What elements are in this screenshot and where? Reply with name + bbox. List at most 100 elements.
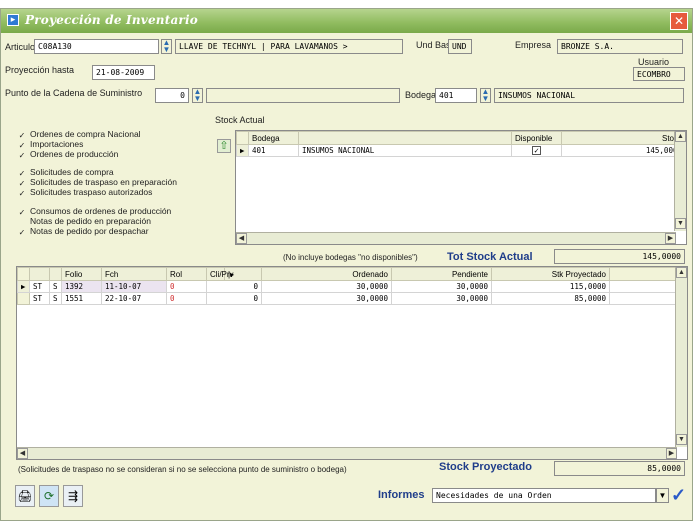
checkbox-checked-icon[interactable]: ✓ bbox=[18, 152, 26, 160]
col-rol[interactable]: Rol bbox=[166, 267, 207, 281]
scroll-down-icon[interactable]: ▼ bbox=[675, 218, 686, 229]
cell-tipo: ST bbox=[29, 292, 50, 305]
option-label: Solicitudes de traspaso en preparación bbox=[30, 177, 177, 187]
col-bodega[interactable]: Bodega bbox=[248, 131, 299, 145]
bodega-spin[interactable]: ▲ ▼ bbox=[480, 88, 491, 103]
col-tipo[interactable] bbox=[29, 267, 50, 281]
stock-vertical-scrollbar[interactable]: ▲ ▼ bbox=[674, 131, 686, 231]
main-window: ▸ Proyección de Inventario ✕ Articulo C0… bbox=[0, 8, 693, 521]
col-fch[interactable]: Fch bbox=[101, 267, 167, 281]
projection-vertical-scrollbar[interactable]: ▲ ▼ bbox=[675, 267, 687, 447]
col-stk-proyectado[interactable]: Stk Proyectado bbox=[491, 267, 610, 281]
bodega-name-field: INSUMOS NACIONAL bbox=[494, 88, 684, 103]
col-ordenado[interactable]: Ordenado bbox=[261, 267, 392, 281]
option-label: Ordenes de compra Nacional bbox=[30, 129, 141, 139]
chevron-down-icon[interactable]: ▼ bbox=[656, 488, 669, 503]
disponible-checkbox[interactable]: ✓ bbox=[511, 144, 562, 157]
option-label: Notas de pedido en preparación bbox=[30, 216, 151, 226]
check-icon: ✓ bbox=[532, 146, 541, 155]
col-bodega-name[interactable] bbox=[298, 131, 512, 145]
articulo-description-field: LLAVE DE TECHNYL | PARA LAVAMANOS > bbox=[175, 39, 403, 54]
col-expander-icon[interactable]: |▸ bbox=[224, 267, 262, 281]
option-label: Consumos de ordenes de producción bbox=[30, 206, 172, 216]
stock-actual-grid: Bodega Disponible Stock ▶ 401 INSUMOS NA… bbox=[235, 130, 687, 245]
scroll-down-icon[interactable]: ▼ bbox=[676, 434, 687, 445]
unidad-field: UND bbox=[448, 39, 472, 54]
cell-rol: 0 bbox=[166, 292, 207, 305]
cell-estado: S bbox=[49, 280, 62, 293]
checkbox-checked-icon[interactable]: ✓ bbox=[18, 229, 26, 237]
table-row[interactable]: ST S 1551 22-10-07 0 0 30,0000 30,0000 8… bbox=[17, 292, 687, 305]
punto-label: Punto de la Cadena de Suministro bbox=[5, 88, 143, 98]
accept-check-icon[interactable]: ✓ bbox=[671, 485, 687, 505]
cell-pendiente: 30,0000 bbox=[391, 280, 492, 293]
stock-note: (No incluye bodegas "no disponibles") bbox=[283, 253, 418, 262]
col-stock[interactable]: Stock bbox=[561, 131, 686, 145]
informes-label: Informes bbox=[378, 489, 425, 501]
option-checkbox[interactable]: ✓ Solicitudes traspaso autorizados bbox=[18, 187, 153, 199]
cell-folio: 1392 bbox=[61, 280, 102, 293]
col-cli-prv[interactable]: Cli/Prv bbox=[206, 267, 234, 281]
projection-grid: Folio Fch Rol Cli/Prv |▸ Ordenado Pendie… bbox=[16, 266, 688, 460]
cell-bodega-name: INSUMOS NACIONAL bbox=[298, 144, 512, 157]
col-folio[interactable]: Folio bbox=[61, 267, 102, 281]
cell-ordenado: 30,0000 bbox=[261, 292, 392, 305]
col-disponible[interactable]: Disponible bbox=[511, 131, 562, 145]
option-label: Importaciones bbox=[30, 139, 84, 149]
refresh-arrow-icon[interactable]: ⇧ bbox=[217, 139, 231, 153]
exit-icon: ⇶ bbox=[67, 489, 79, 503]
window-title: Proyección de Inventario bbox=[25, 13, 198, 27]
col-estado[interactable] bbox=[49, 267, 62, 281]
checkbox-checked-icon[interactable]: ✓ bbox=[18, 190, 26, 198]
scroll-left-icon[interactable]: ◀ bbox=[236, 233, 247, 244]
scroll-right-icon[interactable]: ▶ bbox=[665, 233, 676, 244]
proyeccion-date-field[interactable]: 21-08-2009 bbox=[92, 65, 155, 80]
print-preview-button[interactable]: 🖨 bbox=[15, 485, 35, 507]
option-label: Solicitudes traspaso autorizados bbox=[30, 187, 153, 197]
option-checkbox[interactable]: ✓ Ordenes de producción bbox=[18, 149, 119, 161]
informes-select[interactable]: Necesidades de una Orden bbox=[432, 488, 656, 503]
punto-spin[interactable]: ▲ ▼ bbox=[192, 88, 203, 103]
proyeccion-label: Proyección hasta bbox=[5, 65, 75, 75]
refresh-button[interactable]: ⟳ bbox=[39, 485, 59, 507]
projection-horizontal-scrollbar[interactable]: ◀ ▶ bbox=[17, 447, 677, 459]
bodega-code-field[interactable]: 401 bbox=[435, 88, 477, 103]
option-label: Notas de pedido por despachar bbox=[30, 226, 149, 236]
articulo-spin[interactable]: ▲ ▼ bbox=[161, 39, 172, 54]
footer-note: (Solicitudes de traspaso no se considera… bbox=[18, 465, 347, 474]
cell-bodega-code: 401 bbox=[248, 144, 299, 157]
unidad-label: Und Bas bbox=[416, 40, 451, 50]
row-pointer-icon: ▶ bbox=[17, 280, 30, 293]
option-label: Solicitudes de compra bbox=[30, 167, 114, 177]
articulo-code-field[interactable]: C08A130 bbox=[34, 39, 159, 54]
scroll-left-icon[interactable]: ◀ bbox=[17, 448, 28, 459]
option-label: Ordenes de producción bbox=[30, 149, 119, 159]
cell-estado: S bbox=[49, 292, 62, 305]
scroll-up-icon[interactable]: ▲ bbox=[675, 131, 686, 142]
title-bar: ▸ Proyección de Inventario ✕ bbox=[1, 9, 692, 33]
punto-field[interactable]: 0 bbox=[155, 88, 189, 103]
col-pendiente[interactable]: Pendiente bbox=[391, 267, 492, 281]
stock-proyectado-field: 85,0000 bbox=[554, 461, 685, 476]
punto-description-field bbox=[206, 88, 400, 103]
cell-cli-prv: 0 bbox=[206, 280, 262, 293]
close-button[interactable]: ✕ bbox=[670, 12, 688, 30]
cell-rol: 0 bbox=[166, 280, 207, 293]
checkbox-empty-icon[interactable] bbox=[18, 217, 26, 225]
table-row[interactable]: ▶ ST S 1392 11-10-07 0 0 30,0000 30,0000… bbox=[17, 280, 687, 293]
option-checkbox[interactable]: ✓ Notas de pedido por despachar bbox=[18, 226, 149, 238]
stock-horizontal-scrollbar[interactable]: ◀ ▶ bbox=[236, 232, 676, 244]
stock-proyectado-label: Stock Proyectado bbox=[439, 461, 532, 473]
scroll-right-icon[interactable]: ▶ bbox=[666, 448, 677, 459]
cell-stock: 145,0000 bbox=[561, 144, 686, 157]
scroll-up-icon[interactable]: ▲ bbox=[676, 267, 687, 278]
cell-stk-proyectado: 115,0000 bbox=[491, 280, 610, 293]
cell-fch: 22-10-07 bbox=[101, 292, 167, 305]
table-row[interactable]: ▶ 401 INSUMOS NACIONAL ✓ 145,0000 bbox=[236, 144, 686, 157]
cell-cli-prv: 0 bbox=[206, 292, 262, 305]
exit-button[interactable]: ⇶ bbox=[63, 485, 83, 507]
bodega-label: Bodega bbox=[405, 90, 437, 100]
cell-folio: 1551 bbox=[61, 292, 102, 305]
print-preview-icon: 🖨 bbox=[17, 489, 33, 503]
cell-ordenado: 30,0000 bbox=[261, 280, 392, 293]
